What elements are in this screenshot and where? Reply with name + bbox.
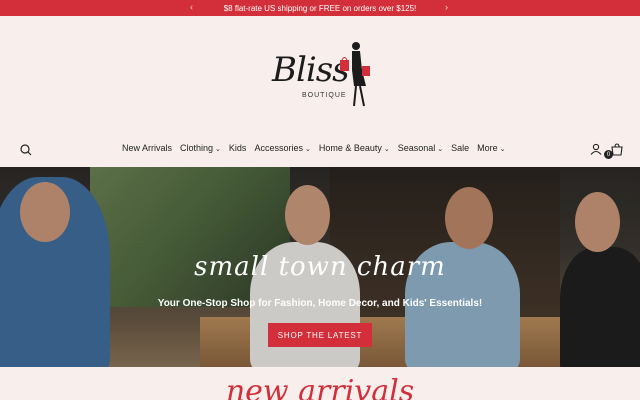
logo-figure-icon	[340, 42, 370, 107]
nav-item-home-beauty[interactable]: Home & Beauty ⌄	[319, 143, 390, 153]
hero-tagline: small town charm	[194, 252, 446, 282]
main-nav: New Arrivals Clothing ⌄ Kids Accessories ⌄ Hom…	[0, 141, 640, 159]
announcement-bar: ‹ $8 flat-rate US shipping or FREE on or…	[0, 0, 640, 16]
nav-item-label: Kids	[228, 143, 247, 153]
shop-the-latest-button[interactable]: SHOP THE LATEST	[268, 323, 372, 347]
chevron-down-icon: ⌄	[383, 146, 390, 153]
prev-announcement-icon[interactable]: ‹	[190, 2, 193, 12]
announcement-text[interactable]: $8 flat-rate US shipping or FREE on orde…	[224, 4, 417, 13]
nav-item-label: Home & Beauty	[318, 143, 382, 153]
account-icon[interactable]	[590, 143, 602, 155]
nav-item-label: Accessories	[254, 143, 303, 153]
nav-item-seasonal[interactable]: Seasonal ⌄	[398, 143, 443, 153]
nav-item-label: Seasonal	[397, 143, 436, 153]
chevron-down-icon: ⌄	[437, 146, 444, 153]
hero-banner: small town charm Your One-Stop Shop for …	[0, 167, 640, 367]
nav-item-label: Sale	[451, 143, 470, 153]
next-announcement-icon[interactable]: ›	[445, 2, 448, 12]
nav-item-kids[interactable]: Kids	[229, 143, 247, 153]
brand-logo[interactable]: Bliss BOUTIQUE	[268, 38, 378, 110]
nav-item-new-arrivals[interactable]: New Arrivals	[122, 143, 172, 153]
chevron-down-icon: ⌄	[215, 146, 221, 153]
nav-item-label: More	[477, 143, 498, 153]
search-icon[interactable]	[20, 144, 32, 156]
nav-item-sale[interactable]: Sale	[451, 143, 469, 153]
cart-count-badge: 0	[604, 150, 613, 159]
nav-item-accessories[interactable]: Accessories ⌄	[254, 143, 310, 153]
nav-menu: New Arrivals Clothing ⌄ Kids Accessories ⌄ Hom…	[122, 143, 506, 153]
chevron-down-icon: ⌄	[304, 146, 311, 153]
hero-subline: Your One-Stop Shop for Fashion, Home Dec…	[157, 298, 483, 309]
nav-item-label: Clothing	[180, 143, 214, 153]
nav-item-clothing[interactable]: Clothing ⌄	[180, 143, 221, 153]
nav-item-label: New Arrivals	[122, 143, 173, 153]
nav-item-more[interactable]: More ⌄	[477, 143, 505, 153]
chevron-down-icon: ⌄	[499, 146, 506, 153]
section-title: new arrivals	[225, 374, 415, 400]
